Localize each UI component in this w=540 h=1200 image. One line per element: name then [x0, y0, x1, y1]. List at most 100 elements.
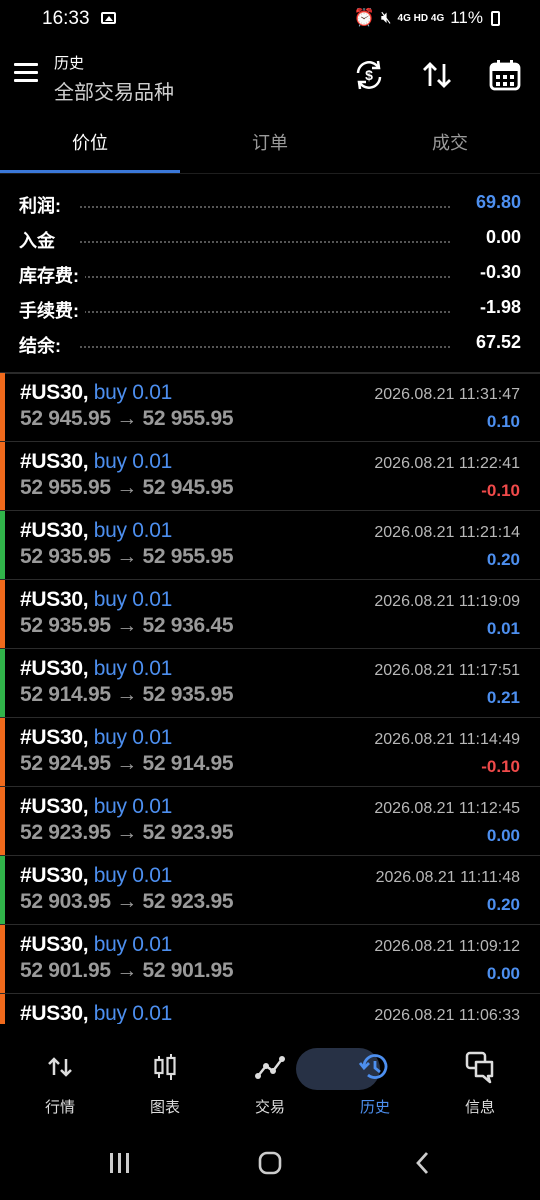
deal-symbol: #US30,	[20, 726, 89, 749]
leader-dots	[80, 276, 450, 278]
deal-profit: 0.10	[486, 412, 520, 431]
summary-label: 结余:	[19, 332, 67, 358]
deal-row[interactable]: #US30, buy 0.01 52 903.95 → 52 923.95 2026…	[0, 856, 540, 925]
status-indicators: ⏰ 🔇︎ 4G HD 4G 11%	[354, 8, 500, 28]
symbol-filter[interactable]: 全部交易品种	[54, 76, 174, 105]
summary-panel: 利润: 69.80 入金 0.00 库存费: -0.30 手续费: -1.98 …	[0, 186, 540, 361]
deal-symbol-line: #US30, buy 0.01	[20, 726, 172, 750]
home-icon[interactable]	[257, 1150, 283, 1176]
back-icon[interactable]	[410, 1150, 436, 1176]
deal-time: 2026.08.21 11:09:12	[374, 938, 520, 955]
svg-text:$: $	[365, 67, 373, 83]
deal-symbol-line: #US30, buy 0.01	[20, 381, 172, 405]
system-nav-bar	[0, 1130, 540, 1200]
recent-apps-icon[interactable]	[107, 1150, 133, 1176]
deal-direction-bar	[0, 718, 5, 786]
deal-symbol: #US30,	[20, 933, 89, 956]
deal-symbol-line: #US30, buy 0.01	[20, 450, 172, 474]
deal-prices: 52 923.95 → 52 923.95	[20, 821, 234, 844]
deal-row[interactable]: #US30, buy 0.01 52 935.95 → 52 955.95 2026…	[0, 511, 540, 580]
battery-icon	[491, 10, 500, 26]
deal-type: buy 0.01	[93, 1002, 172, 1024]
gallery-notification-icon	[101, 12, 116, 24]
deal-symbol-line: #US30, buy 0.01	[20, 1002, 172, 1024]
deal-symbol-line: #US30, buy 0.01	[20, 933, 172, 957]
deal-direction-bar	[0, 925, 5, 993]
deal-type: buy 0.01	[93, 933, 172, 956]
deal-prices: 52 903.95 → 52 923.95	[20, 890, 234, 913]
menu-icon[interactable]	[14, 63, 38, 83]
deal-time: 2026.08.21 11:31:47	[374, 386, 520, 403]
summary-label: 库存费:	[19, 262, 85, 288]
network-indicators: 4G HD 4G	[397, 12, 445, 24]
deal-time: 2026.08.21 11:12:45	[374, 800, 520, 817]
summary-value: 0.00	[479, 227, 521, 248]
deal-symbol-line: #US30, buy 0.01	[20, 657, 172, 681]
trade-line-icon	[255, 1056, 285, 1079]
summary-label: 利润:	[19, 192, 67, 218]
deal-row[interactable]: #US30, buy 0.01 52 935.95 → 52 936.45 2026…	[0, 580, 540, 649]
messages-icon	[465, 1051, 494, 1084]
deal-type: buy 0.01	[93, 519, 172, 542]
deal-row[interactable]: #US30, buy 0.01 2026.08.21 11:06:33	[0, 994, 540, 1024]
battery-percent: 11%	[450, 8, 483, 27]
deal-row[interactable]: #US30, buy 0.01 52 945.95 → 52 955.95 2026…	[0, 373, 540, 442]
deal-time: 2026.08.21 11:17:51	[374, 662, 520, 679]
nav-messages[interactable]: 信息	[426, 1032, 534, 1124]
summary-row-deposit: 入金 0.00	[0, 221, 540, 256]
deal-direction-bar	[0, 856, 5, 924]
deal-direction-bar	[0, 994, 5, 1024]
deal-row[interactable]: #US30, buy 0.01 52 924.95 → 52 914.95 2026…	[0, 718, 540, 787]
deal-time: 2026.08.21 11:22:41	[374, 455, 520, 472]
deal-type: buy 0.01	[93, 795, 172, 818]
nav-quotes[interactable]: 行情	[6, 1032, 114, 1124]
candlestick-chart-icon	[154, 1054, 176, 1080]
deal-row[interactable]: #US30, buy 0.01 52 901.95 → 52 901.95 2026…	[0, 925, 540, 994]
deal-time: 2026.08.21 11:21:14	[374, 524, 520, 541]
summary-row-commission: 手续费: -1.98	[0, 291, 540, 326]
nav-history[interactable]: 历史	[296, 1032, 429, 1124]
deal-prices: 52 935.95 → 52 955.95	[20, 545, 234, 568]
deal-symbol: #US30,	[20, 519, 89, 542]
sort-icon[interactable]	[420, 58, 454, 92]
deal-direction-bar	[0, 373, 5, 441]
deal-symbol: #US30,	[20, 657, 89, 680]
currency-exchange-icon[interactable]: $	[352, 58, 386, 92]
tab-divider	[0, 173, 540, 174]
deal-type: buy 0.01	[93, 864, 172, 887]
deal-direction-bar	[0, 787, 5, 855]
deals-list[interactable]: #US30, buy 0.01 52 945.95 → 52 955.95 2026…	[0, 373, 540, 1024]
tab-positions[interactable]: 价位	[0, 116, 180, 171]
tab-deals[interactable]: 成交	[360, 116, 540, 171]
deal-prices: 52 945.95 → 52 955.95	[20, 407, 234, 430]
summary-row-balance: 结余: 67.52	[0, 326, 540, 361]
deal-row[interactable]: #US30, buy 0.01 52 955.95 → 52 945.95 2026…	[0, 442, 540, 511]
nav-label: 图表	[149, 1099, 180, 1116]
tab-bar: 价位 订单 成交	[0, 116, 540, 174]
deal-prices: 52 955.95 → 52 945.95	[20, 476, 234, 499]
summary-value: 67.52	[469, 332, 521, 353]
deal-profit: -0.10	[481, 757, 520, 776]
nav-charts[interactable]: 图表	[111, 1032, 219, 1124]
deal-prices: 52 914.95 → 52 935.95	[20, 683, 234, 706]
deal-symbol: #US30,	[20, 588, 89, 611]
deal-row[interactable]: #US30, buy 0.01 52 923.95 → 52 923.95 2026…	[0, 787, 540, 856]
deal-type: buy 0.01	[93, 450, 172, 473]
calendar-icon[interactable]	[488, 58, 522, 92]
deal-time: 2026.08.21 11:19:09	[374, 593, 520, 610]
deal-prices: 52 935.95 → 52 936.45	[20, 614, 234, 637]
deal-type: buy 0.01	[93, 726, 172, 749]
deal-time: 2026.08.21 11:14:49	[374, 731, 520, 748]
deal-profit: 0.00	[486, 826, 520, 845]
deal-row[interactable]: #US30, buy 0.01 52 914.95 → 52 935.95 2026…	[0, 649, 540, 718]
leader-dots	[80, 206, 450, 208]
summary-label: 入金	[19, 227, 61, 253]
deal-symbol-line: #US30, buy 0.01	[20, 519, 172, 543]
bottom-nav: 行情 图表 交易 历史 信息	[0, 1032, 540, 1124]
leader-dots	[80, 346, 450, 348]
deal-symbol-line: #US30, buy 0.01	[20, 588, 172, 612]
tab-orders[interactable]: 订单	[180, 116, 360, 171]
summary-row-profit: 利润: 69.80	[0, 186, 540, 221]
alarm-icon: ⏰	[353, 8, 375, 27]
summary-value: 69.80	[469, 192, 521, 213]
